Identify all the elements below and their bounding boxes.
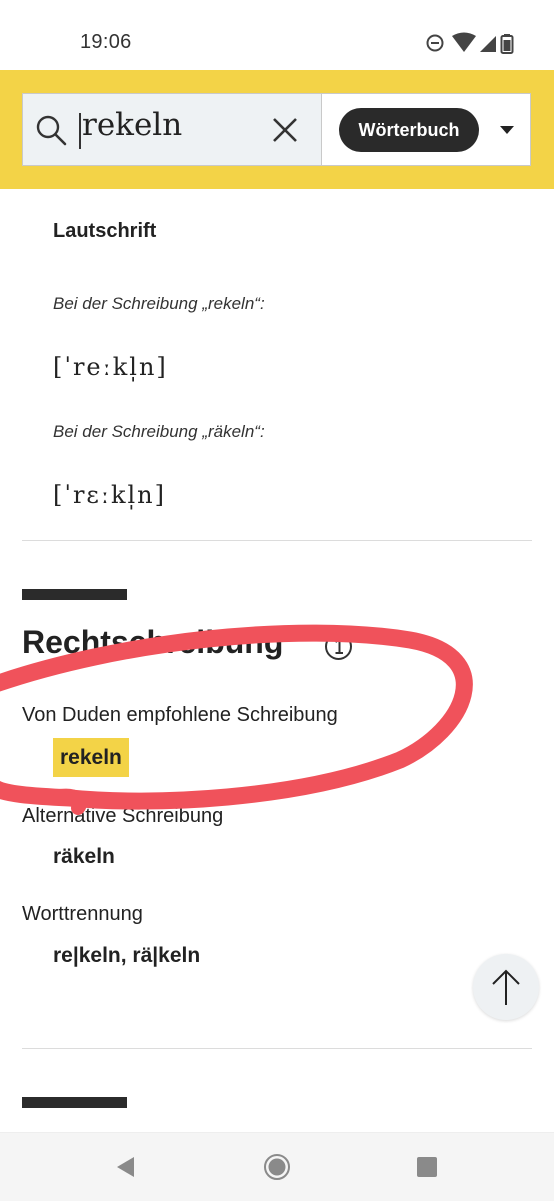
wifi-icon [452, 32, 476, 52]
battery-icon [500, 34, 514, 54]
hyphenation-value: re|keln, rä|keln [53, 944, 201, 967]
status-time: 19:06 [80, 31, 132, 53]
home-icon[interactable] [263, 1153, 291, 1181]
dictionary-select-value[interactable]: Wörterbuch [339, 108, 479, 152]
text-cursor [79, 113, 81, 149]
recommended-spelling-label: Von Duden empfohlene Schreibung [22, 704, 338, 726]
do-not-disturb-icon [426, 34, 444, 52]
pronunciation-note: Bei der Schreibung „rekeln“: [53, 294, 265, 313]
pronunciation-note: Bei der Schreibung „räkeln“: [53, 422, 265, 441]
signal-icon [480, 36, 496, 52]
status-icons [426, 32, 514, 54]
status-bar: 19:06 [0, 0, 554, 70]
back-icon[interactable] [114, 1155, 136, 1179]
alternative-spelling-label: Alternative Schreibung [22, 805, 224, 827]
section-divider [22, 1048, 532, 1049]
pronunciation-heading: Lautschrift [53, 220, 157, 242]
dropdown-icon[interactable] [500, 125, 514, 135]
pronunciation-ipa: [ˈrɛːkl̩n] [53, 481, 166, 509]
arrow-up-icon[interactable] [473, 954, 539, 1020]
search-icon[interactable] [35, 114, 67, 146]
dictionary-select[interactable]: Wörterbuch [322, 93, 531, 166]
spelling-heading: Rechtschreibung [22, 624, 284, 660]
info-icon[interactable] [324, 632, 353, 661]
pronunciation-ipa: [ˈreːkl̩n] [53, 353, 168, 381]
section-divider [22, 540, 532, 541]
alternative-spelling-value: räkeln [53, 845, 115, 868]
recents-icon[interactable] [416, 1156, 438, 1178]
scroll-top-button[interactable] [473, 954, 539, 1020]
section-marker [22, 1097, 127, 1108]
navigation-bar [0, 1132, 554, 1201]
search-input[interactable]: rekeln [22, 93, 322, 166]
search-value[interactable]: rekeln [82, 107, 182, 143]
hyphenation-label: Worttrennung [22, 903, 143, 925]
section-marker [22, 589, 127, 600]
recommended-spelling-value: rekeln [53, 738, 129, 777]
clear-icon[interactable] [271, 116, 299, 144]
search-header: rekeln Wörterbuch [0, 70, 554, 189]
